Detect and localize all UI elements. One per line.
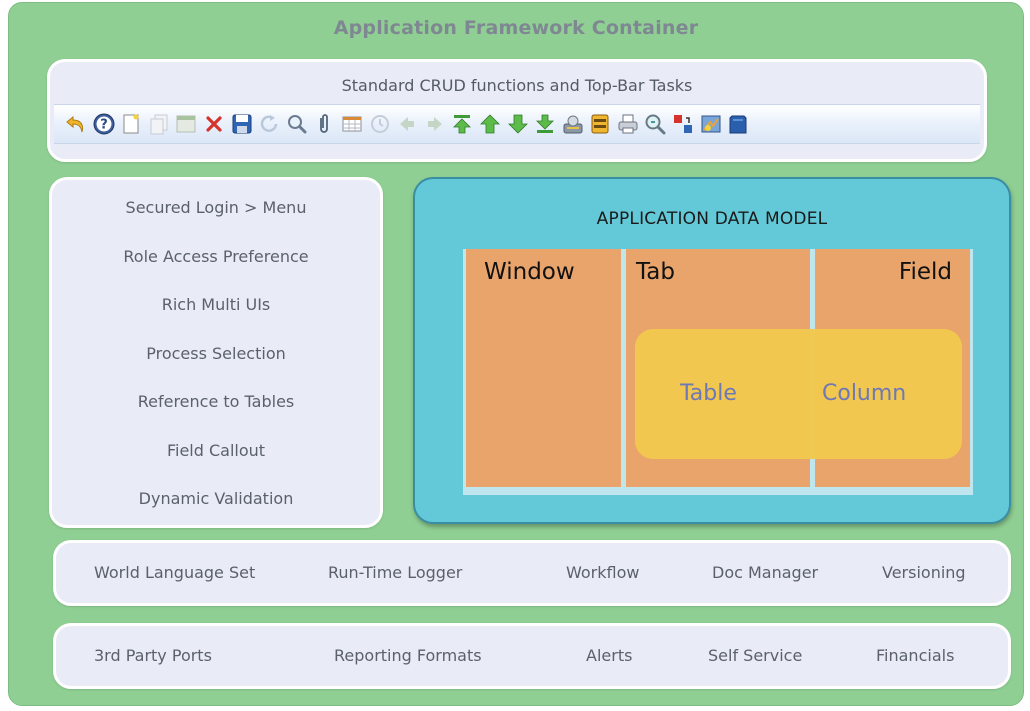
- tab-label: Tab: [636, 259, 675, 285]
- multi-record-icon[interactable]: [174, 112, 198, 136]
- feature-item: Dynamic Validation: [138, 489, 294, 508]
- last-record-icon[interactable]: [533, 112, 557, 136]
- table-column-band: Table Column: [635, 329, 962, 459]
- request-icon[interactable]: [671, 112, 695, 136]
- workflow-item: Workflow: [566, 563, 640, 582]
- application-framework-container: Application Framework Container Standard…: [8, 2, 1024, 706]
- field-label: Field: [898, 259, 952, 285]
- svg-text:?: ?: [100, 118, 108, 133]
- history-icon[interactable]: [368, 112, 392, 136]
- reporting-formats-item: Reporting Formats: [334, 646, 482, 665]
- services-row-2: 3rd Party Ports Reporting Formats Alerts…: [53, 623, 1011, 689]
- table-label: Table: [680, 381, 737, 406]
- feature-item: Process Selection: [146, 343, 286, 363]
- end-icon[interactable]: [726, 112, 750, 136]
- services-row-1: World Language Set Run-Time Logger Workf…: [53, 540, 1011, 606]
- copy-icon[interactable]: [147, 112, 171, 136]
- first-record-icon[interactable]: [450, 112, 474, 136]
- data-model-box: Window Tab Field Table Column: [463, 249, 973, 495]
- feature-item: Role Access Preference: [123, 246, 309, 266]
- feature-item: Secured Login > Menu: [125, 198, 307, 217]
- attachment-icon[interactable]: [312, 112, 336, 136]
- find-icon[interactable]: [285, 112, 309, 136]
- archive-icon[interactable]: [588, 112, 612, 136]
- column-label: Column: [822, 381, 907, 406]
- new-record-icon[interactable]: [119, 112, 143, 136]
- window-column: Window: [466, 249, 621, 487]
- next-record-icon[interactable]: [506, 112, 530, 136]
- world-language-set-item: World Language Set: [94, 563, 256, 582]
- application-data-model: APPLICATION DATA MODEL Window Tab Field …: [413, 177, 1011, 524]
- report-icon[interactable]: [561, 112, 585, 136]
- toolbar-icon-strip: ?: [54, 104, 980, 144]
- features-panel: Secured Login > Menu Role Access Prefere…: [49, 177, 383, 528]
- doc-manager-item: Doc Manager: [712, 563, 819, 582]
- versioning-item: Versioning: [882, 563, 966, 582]
- third-party-ports-item: 3rd Party Ports: [94, 646, 212, 665]
- help-icon[interactable]: ?: [92, 112, 116, 136]
- undo-icon[interactable]: [64, 112, 88, 136]
- zoom-across-icon[interactable]: [643, 112, 667, 136]
- grid-toggle-icon[interactable]: [340, 112, 364, 136]
- detail-record-icon[interactable]: [423, 112, 447, 136]
- refresh-icon[interactable]: [257, 112, 281, 136]
- window-label: Window: [484, 259, 575, 285]
- feature-item: Field Callout: [166, 440, 266, 460]
- parent-record-icon[interactable]: [395, 112, 419, 136]
- delete-icon[interactable]: [202, 112, 226, 136]
- data-model-title: APPLICATION DATA MODEL: [596, 209, 828, 229]
- alerts-item: Alerts: [586, 646, 633, 665]
- run-time-logger-item: Run-Time Logger: [328, 563, 463, 582]
- toolbar-title: Standard CRUD functions and Top-Bar Task…: [341, 76, 693, 95]
- financials-item: Financials: [876, 646, 955, 665]
- product-info-icon[interactable]: [699, 112, 723, 136]
- print-icon[interactable]: [616, 112, 640, 136]
- feature-list: Secured Login > Menu Role Access Prefere…: [52, 198, 380, 538]
- feature-item: Rich Multi UIs: [161, 295, 271, 314]
- toolbar-panel: Standard CRUD functions and Top-Bar Task…: [47, 59, 987, 162]
- container-title: Application Framework Container: [333, 17, 699, 39]
- feature-item: Reference to Tables: [137, 392, 295, 411]
- previous-record-icon[interactable]: [478, 112, 502, 136]
- self-service-item: Self Service: [708, 646, 803, 665]
- save-icon[interactable]: [230, 112, 254, 136]
